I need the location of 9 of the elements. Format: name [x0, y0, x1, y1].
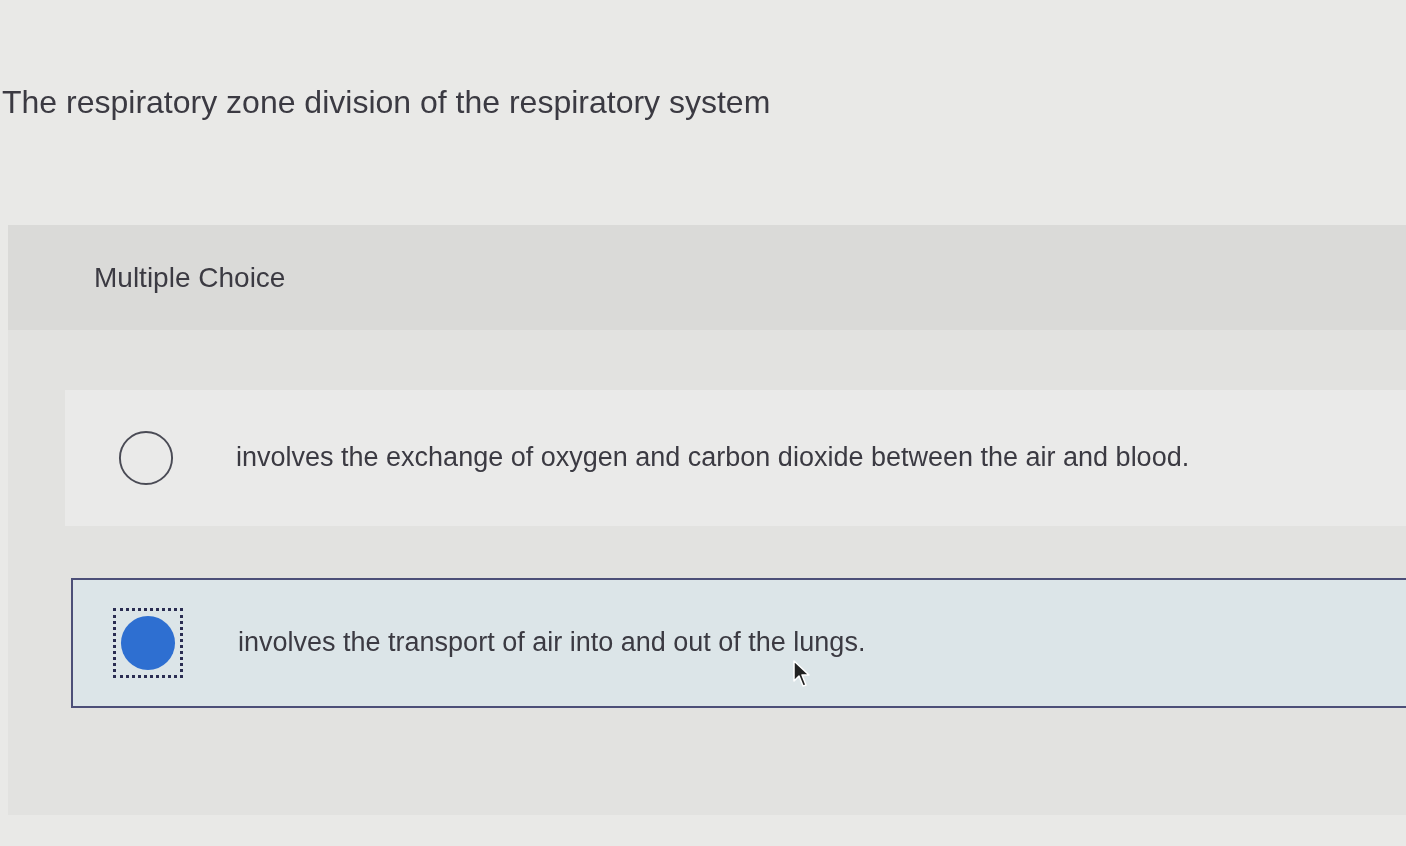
mouse-pointer-icon [793, 660, 811, 688]
option-text: involves the transport of air into and out of the lungs. [238, 628, 866, 658]
radio-button[interactable] [118, 430, 174, 486]
answer-option[interactable]: involves the exchange of oxygen and carbon dioxide between the air and blood. [65, 390, 1406, 526]
radio-button[interactable] [120, 615, 176, 671]
answer-option[interactable]: involves the transport of air into and out of the lungs. [71, 578, 1406, 708]
option-text: involves the exchange of oxygen and carbon dioxide between the air and blood. [236, 443, 1190, 473]
question-text: The respiratory zone division of the respiratory system [2, 83, 771, 122]
section-label: Multiple Choice [94, 261, 286, 294]
